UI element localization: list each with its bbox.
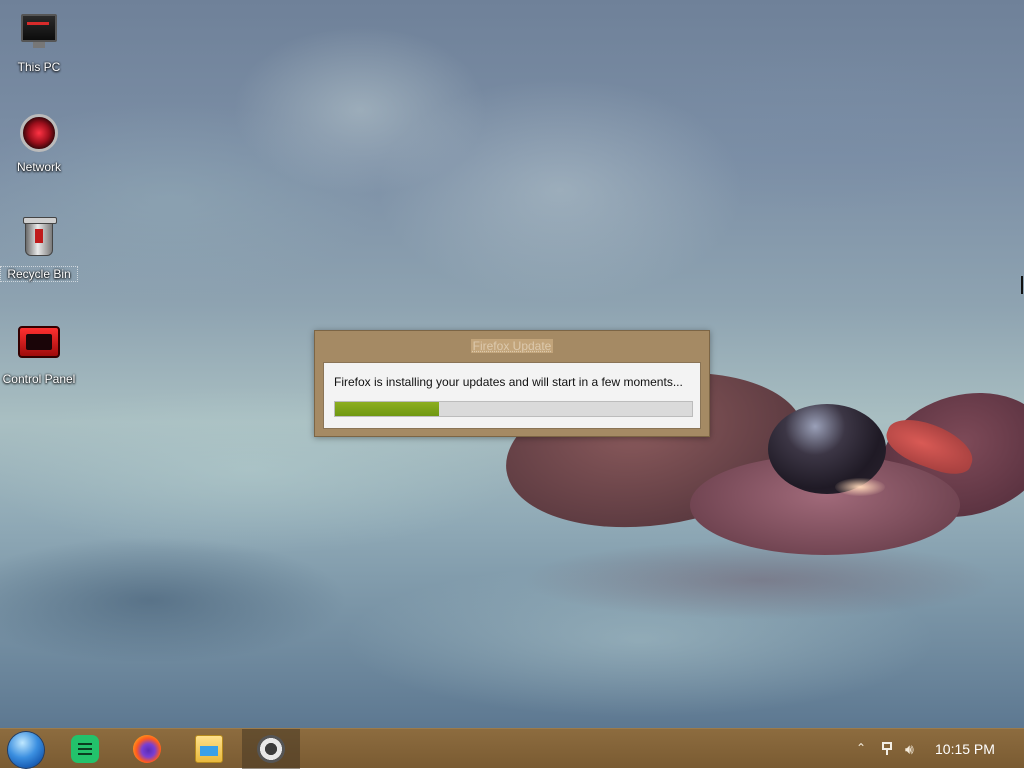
mouse-cursor: [1021, 276, 1023, 294]
computer-icon: [18, 14, 60, 56]
update-progress-fill: [335, 402, 439, 416]
dialog-body: Firefox is installing your updates and w…: [323, 362, 701, 429]
wallpaper-highlight: [835, 478, 885, 496]
taskbar-firefox-updater-button[interactable]: [242, 729, 300, 769]
taskbar-notes-button[interactable]: [56, 729, 114, 769]
desktop[interactable]: This PC Network Recycle Bin Control Pane…: [0, 0, 1024, 728]
firefox-icon: [133, 735, 161, 763]
volume-icon[interactable]: 🔊︎: [905, 741, 914, 781]
desktop-icon-label: Control Panel: [2, 372, 76, 386]
network-status-icon[interactable]: [880, 741, 896, 755]
dialog-title: Firefox Update: [315, 339, 709, 353]
desktop-icon-label: Network: [16, 160, 61, 174]
desktop-icon-recycle-bin[interactable]: Recycle Bin: [0, 216, 78, 282]
start-button[interactable]: [0, 729, 58, 769]
desktop-icon-control-panel[interactable]: Control Panel: [0, 320, 78, 386]
desktop-icon-network[interactable]: Network: [0, 112, 78, 174]
update-message: Firefox is installing your updates and w…: [334, 375, 683, 389]
desktop-icon-label: This PC: [17, 60, 61, 74]
update-progress-bar: [334, 401, 693, 417]
wallpaper-reflection: [520, 540, 1000, 620]
file-explorer-icon: [195, 735, 223, 763]
desktop-icon-label: Recycle Bin: [0, 266, 78, 282]
firefox-updater-icon: [257, 735, 285, 763]
recycle-bin-icon: [18, 217, 60, 262]
taskbar: ⌃ 🔊︎ 10:15 PM: [0, 728, 1024, 769]
taskbar-file-explorer-button[interactable]: [180, 729, 238, 769]
start-orb-icon: [8, 732, 44, 768]
network-icon: [18, 114, 60, 156]
taskbar-firefox-button[interactable]: [118, 729, 176, 769]
control-panel-icon: [18, 326, 60, 368]
dialog-title-text: Firefox Update: [470, 339, 554, 353]
show-hidden-icons-chevron-icon[interactable]: ⌃: [856, 741, 866, 755]
firefox-update-dialog[interactable]: Firefox Update Firefox is installing you…: [314, 330, 710, 437]
desktop-icon-this-pc[interactable]: This PC: [0, 8, 78, 74]
notes-app-icon: [71, 735, 99, 763]
taskbar-clock[interactable]: 10:15 PM: [935, 741, 995, 757]
